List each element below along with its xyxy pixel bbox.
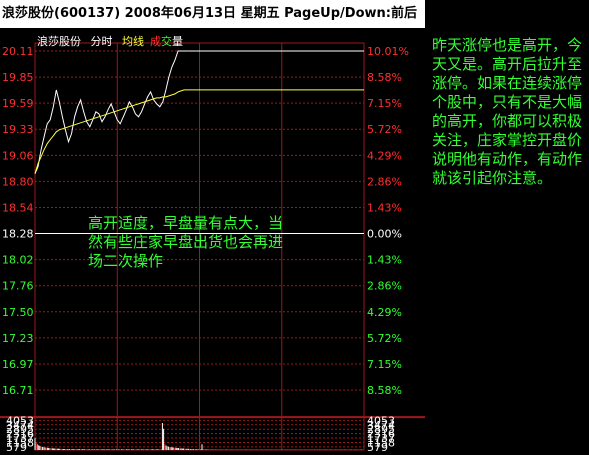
pct-tick-label: 8.58% bbox=[367, 384, 402, 397]
price-tick-label: 20.11 bbox=[2, 45, 34, 58]
pct-tick-label: 4.29% bbox=[367, 149, 402, 162]
tab-avg-line[interactable]: 均线 bbox=[122, 35, 144, 48]
vol-tick-label: 579 bbox=[6, 441, 27, 454]
stock-name: 浪莎股份 bbox=[37, 35, 81, 48]
pct-tick-label: 8.58% bbox=[367, 71, 402, 84]
price-tick-label: 19.85 bbox=[2, 71, 34, 84]
pct-tick-label: 2.86% bbox=[367, 280, 402, 293]
pct-tick-label: 7.15% bbox=[367, 97, 402, 110]
pct-tick-label: 7.15% bbox=[367, 358, 402, 371]
pct-tick-label: 1.43% bbox=[367, 254, 402, 267]
pct-tick-label: 4.29% bbox=[367, 306, 402, 319]
price-tick-label: 17.76 bbox=[2, 280, 34, 293]
price-tick-label: 18.54 bbox=[2, 201, 34, 214]
chart-frame[interactable]: 20.11 10.01% 19.85 8.58% 19.59 7.15% 19.33 5.72… bbox=[0, 28, 425, 455]
price-tick-label: 18.28 bbox=[2, 228, 34, 241]
pct-tick-label: 0.00% bbox=[367, 228, 402, 241]
vol-tick-label-right: 579 bbox=[367, 441, 388, 454]
tab-volume-cheng[interactable]: 成 bbox=[150, 35, 161, 48]
price-tick-label: 17.23 bbox=[2, 332, 34, 345]
chart-legend: 浪莎股份 分时 均线 成交量 bbox=[37, 33, 189, 49]
pct-tick-label: 10.01% bbox=[367, 45, 409, 58]
price-tick-label: 16.97 bbox=[2, 358, 34, 371]
price-tick-label: 19.33 bbox=[2, 123, 34, 136]
price-tick-label: 17.50 bbox=[2, 306, 34, 319]
tab-time[interactable]: 分时 bbox=[91, 35, 113, 48]
price-tick-label: 16.71 bbox=[2, 384, 34, 397]
tab-volume-liang[interactable]: 量 bbox=[172, 35, 183, 48]
price-tick-label: 18.80 bbox=[2, 175, 34, 188]
tab-volume-jiao[interactable]: 交 bbox=[161, 35, 172, 48]
price-tick-label: 19.06 bbox=[2, 149, 34, 162]
pct-tick-label: 5.72% bbox=[367, 123, 402, 136]
price-tick-label: 19.59 bbox=[2, 97, 34, 110]
chart-annotation: 高开适度，早盘量有点大，当然有些庄家早盘出货也会再进场二次操作 bbox=[88, 214, 284, 270]
window-title-bar: 浪莎股份(600137) 2008年06月13日 星期五 PageUp/Down… bbox=[0, 0, 425, 28]
price-tick-label: 18.02 bbox=[2, 254, 34, 267]
pct-tick-label: 2.86% bbox=[367, 175, 402, 188]
window-title: 浪莎股份(600137) 2008年06月13日 星期五 PageUp/Down… bbox=[2, 6, 417, 21]
pct-tick-label: 5.72% bbox=[367, 332, 402, 345]
pct-tick-label: 1.43% bbox=[367, 201, 402, 214]
side-annotation: 昨天涨停也是高开，今天又是。高开后拉升至涨停。如果在连续涨停个股中，只有不是大幅… bbox=[432, 36, 583, 187]
